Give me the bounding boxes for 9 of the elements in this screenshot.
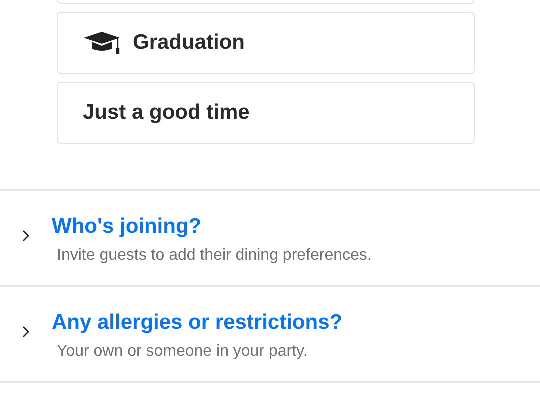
option-card[interactable]: Graduation — [57, 12, 475, 74]
chevron-icon[interactable] — [22, 230, 30, 242]
graduation-cap-icon — [83, 31, 121, 55]
section-description: Invite guests to add their dining preferences. — [57, 247, 372, 265]
section-title[interactable]: Who's joining? — [52, 215, 202, 239]
section-description: Your own or someone in your party. — [57, 343, 308, 361]
chevron-icon[interactable] — [22, 326, 30, 338]
section-title[interactable]: Any allergies or restrictions? — [52, 311, 343, 335]
option-card[interactable]: Just a good time — [57, 82, 475, 144]
